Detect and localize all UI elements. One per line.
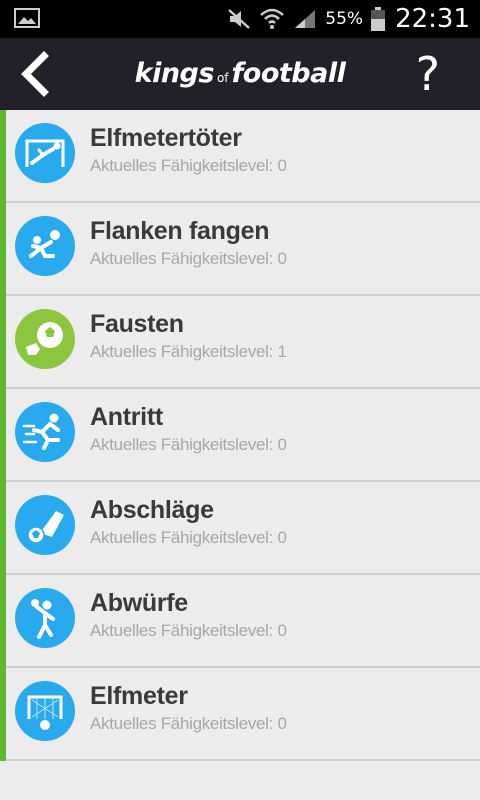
list-item[interactable]: Antritt Aktuelles Fähigkeitslevel: 0 [0, 389, 480, 482]
list-item[interactable]: Elfmetertöter Aktuelles Fähigkeitslevel:… [0, 110, 480, 203]
logo-of: of [216, 70, 229, 85]
status-bar: 55% 22:31 [0, 0, 480, 38]
wifi-icon [260, 8, 285, 29]
app-header: kings of football ? [0, 38, 480, 110]
list-item[interactable]: Elfmeter Aktuelles Fähigkeitslevel: 0 [0, 668, 480, 761]
skill-title: Elfmetertöter [90, 124, 242, 152]
skill-title: Antritt [90, 403, 163, 431]
skill-level: Aktuelles Fähigkeitslevel: 0 [90, 621, 287, 640]
mute-icon [228, 9, 251, 29]
status-icons: 55% 22:31 [219, 0, 470, 38]
image-notification-icon [14, 8, 40, 28]
logo-kings: kings [134, 58, 215, 89]
skill-list: Elfmetertöter Aktuelles Fähigkeitslevel:… [0, 110, 480, 761]
skill-level: Aktuelles Fähigkeitslevel: 0 [90, 528, 287, 547]
skill-level: Aktuelles Fähigkeitslevel: 1 [90, 342, 287, 361]
list-item[interactable]: Abschläge Aktuelles Fähigkeitslevel: 0 [0, 482, 480, 575]
punching-ball-icon [15, 309, 75, 369]
battery-icon [371, 7, 386, 31]
skill-title: Flanken fangen [90, 217, 270, 245]
signal-icon [295, 10, 316, 28]
sprinting-icon [15, 402, 75, 462]
penalty-goal-icon [15, 681, 75, 741]
catching-cross-icon [15, 216, 75, 276]
app-logo: kings of football [0, 58, 480, 89]
skill-level: Aktuelles Fähigkeitslevel: 0 [90, 249, 287, 268]
skill-level: Aktuelles Fähigkeitslevel: 0 [90, 156, 287, 175]
skill-title: Fausten [90, 310, 184, 338]
battery-percent: 55% [325, 9, 364, 29]
skill-title: Elfmeter [90, 682, 188, 710]
goalkeeper-dive-icon [15, 123, 75, 183]
skill-title: Abwürfe [90, 589, 188, 617]
clock: 22:31 [395, 4, 470, 34]
logo-football: football [231, 58, 346, 89]
help-button[interactable]: ? [416, 48, 440, 100]
skill-level: Aktuelles Fähigkeitslevel: 0 [90, 714, 287, 733]
skill-title: Abschläge [90, 496, 214, 524]
list-item[interactable]: Fausten Aktuelles Fähigkeitslevel: 1 [0, 296, 480, 389]
list-item[interactable]: Abwürfe Aktuelles Fähigkeitslevel: 0 [0, 575, 480, 668]
goal-kick-icon [15, 495, 75, 555]
skill-level: Aktuelles Fähigkeitslevel: 0 [90, 435, 287, 454]
throw-icon [15, 588, 75, 648]
list-item[interactable]: Flanken fangen Aktuelles Fähigkeitslevel… [0, 203, 480, 296]
